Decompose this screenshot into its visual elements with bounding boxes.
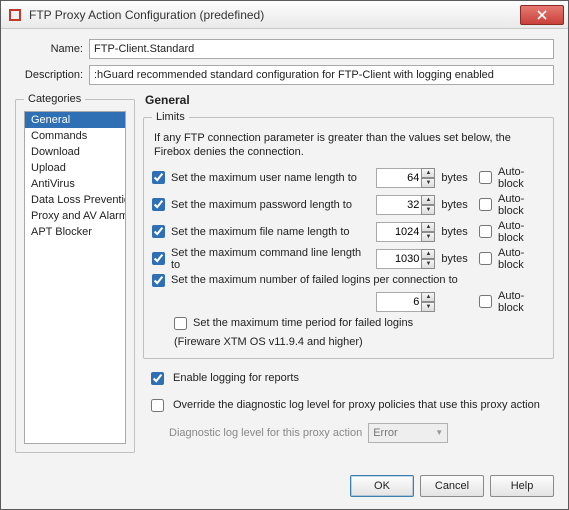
limit-label: Set the maximum file name length to xyxy=(171,226,350,238)
category-item-download[interactable]: Download xyxy=(25,144,125,160)
diag-level-value: Error xyxy=(373,427,397,439)
spinner-down[interactable]: ▼ xyxy=(421,232,435,242)
limit-label: Set the maximum user name length to xyxy=(171,172,357,184)
button-bar: OK Cancel Help xyxy=(1,467,568,509)
limits-legend: Limits xyxy=(152,111,189,123)
failed-logins-checkbox[interactable] xyxy=(152,274,165,287)
autoblock-checkbox[interactable] xyxy=(479,171,492,184)
category-item-upload[interactable]: Upload xyxy=(25,160,125,176)
autoblock-label: Auto-block xyxy=(498,166,545,190)
spinner-up[interactable]: ▲ xyxy=(421,249,435,259)
enable-logging-row: Enable logging for reports xyxy=(147,369,554,388)
limit-checkbox[interactable] xyxy=(152,171,165,184)
category-item-commands[interactable]: Commands xyxy=(25,128,125,144)
spinner-up[interactable]: ▲ xyxy=(421,168,435,178)
override-diag-row: Override the diagnostic log level for pr… xyxy=(147,396,554,415)
limit-value[interactable] xyxy=(376,195,422,215)
category-item-apt-blocker[interactable]: APT Blocker xyxy=(25,224,125,240)
cancel-button[interactable]: Cancel xyxy=(420,475,484,497)
limit-checkbox[interactable] xyxy=(152,198,165,211)
spinner-down[interactable]: ▼ xyxy=(421,205,435,215)
time-period-row: Set the maximum time period for failed l… xyxy=(174,317,545,330)
autoblock-label: Auto-block xyxy=(498,220,545,244)
limits-group: Limits If any FTP connection parameter i… xyxy=(143,111,554,359)
categories-group: Categories GeneralCommandsDownloadUpload… xyxy=(15,93,135,453)
titlebar: FTP Proxy Action Configuration (predefin… xyxy=(1,1,568,29)
autoblock-label: Auto-block xyxy=(498,290,545,314)
limit-row: Set the maximum password length to ▲▼ byte… xyxy=(152,193,545,217)
chevron-down-icon: ▼ xyxy=(435,428,443,437)
category-item-data-loss-prevention[interactable]: Data Loss Prevention xyxy=(25,192,125,208)
limit-spinner[interactable]: ▲▼ xyxy=(376,249,435,269)
failed-logins-autoblock-checkbox[interactable] xyxy=(479,295,492,308)
limit-row: Set the maximum command line length to ▲▼… xyxy=(152,247,545,271)
description-label: Description: xyxy=(15,69,83,81)
override-diag-label: Override the diagnostic log level for pr… xyxy=(173,399,540,411)
diag-level-row: Diagnostic log level for this proxy acti… xyxy=(169,423,554,443)
diag-level-select[interactable]: Error ▼ xyxy=(368,423,448,443)
autoblock-label: Auto-block xyxy=(498,247,545,271)
category-item-proxy-and-av-alarms[interactable]: Proxy and AV Alarms xyxy=(25,208,125,224)
limit-label: Set the maximum password length to xyxy=(171,199,352,211)
window-title: FTP Proxy Action Configuration (predefin… xyxy=(29,8,520,22)
failed-logins-spinner[interactable]: ▲▼ xyxy=(376,292,435,312)
dialog-content: Name: Description: Categories GeneralCom… xyxy=(1,29,568,467)
limit-value[interactable] xyxy=(376,222,422,242)
time-period-label: Set the maximum time period for failed l… xyxy=(193,317,413,329)
firmware-note: (Fireware XTM OS v11.9.4 and higher) xyxy=(174,336,545,348)
time-period-checkbox[interactable] xyxy=(174,317,187,330)
name-field[interactable] xyxy=(89,39,554,59)
spinner-down[interactable]: ▼ xyxy=(421,302,435,312)
spinner-down[interactable]: ▼ xyxy=(421,259,435,269)
autoblock-checkbox[interactable] xyxy=(479,252,492,265)
spinner-down[interactable]: ▼ xyxy=(421,178,435,188)
limit-spinner[interactable]: ▲▼ xyxy=(376,195,435,215)
categories-legend: Categories xyxy=(24,93,85,105)
general-heading: General xyxy=(145,93,554,107)
limit-row: Set the maximum file name length to ▲▼ byt… xyxy=(152,220,545,244)
autoblock-checkbox[interactable] xyxy=(479,198,492,211)
enable-logging-label: Enable logging for reports xyxy=(173,372,299,384)
limit-checkbox[interactable] xyxy=(152,225,165,238)
spinner-up[interactable]: ▲ xyxy=(421,292,435,302)
limit-value[interactable] xyxy=(376,249,422,269)
limit-spinner[interactable]: ▲▼ xyxy=(376,168,435,188)
limit-value[interactable] xyxy=(376,168,422,188)
diag-level-label: Diagnostic log level for this proxy acti… xyxy=(169,427,362,439)
enable-logging-checkbox[interactable] xyxy=(151,372,164,385)
category-item-general[interactable]: General xyxy=(25,112,125,128)
limit-unit: bytes xyxy=(441,172,473,184)
app-icon xyxy=(7,7,23,23)
spinner-up[interactable]: ▲ xyxy=(421,195,435,205)
ok-button[interactable]: OK xyxy=(350,475,414,497)
limit-unit: bytes xyxy=(441,226,473,238)
failed-logins-value[interactable] xyxy=(376,292,422,312)
description-field[interactable] xyxy=(89,65,554,85)
general-panel: General Limits If any FTP connection par… xyxy=(143,93,554,453)
limit-checkbox[interactable] xyxy=(152,252,165,265)
name-label: Name: xyxy=(15,43,83,55)
limits-description: If any FTP connection parameter is great… xyxy=(154,131,543,160)
limit-unit: bytes xyxy=(441,199,473,211)
close-button[interactable] xyxy=(520,5,564,25)
spinner-up[interactable]: ▲ xyxy=(421,222,435,232)
autoblock-label: Auto-block xyxy=(498,193,545,217)
dialog-window: FTP Proxy Action Configuration (predefin… xyxy=(0,0,569,510)
override-diag-checkbox[interactable] xyxy=(151,399,164,412)
limit-row: Set the maximum user name length to ▲▼ byt… xyxy=(152,166,545,190)
autoblock-checkbox[interactable] xyxy=(479,225,492,238)
categories-list[interactable]: GeneralCommandsDownloadUploadAntiVirusDa… xyxy=(24,111,126,444)
limit-failed-logins-row: Set the maximum number of failed logins … xyxy=(152,274,545,287)
limit-label: Set the maximum command line length to xyxy=(171,247,370,271)
failed-logins-label: Set the maximum number of failed logins … xyxy=(171,274,458,286)
limit-unit: bytes xyxy=(441,253,473,265)
category-item-antivirus[interactable]: AntiVirus xyxy=(25,176,125,192)
help-button[interactable]: Help xyxy=(490,475,554,497)
limit-spinner[interactable]: ▲▼ xyxy=(376,222,435,242)
